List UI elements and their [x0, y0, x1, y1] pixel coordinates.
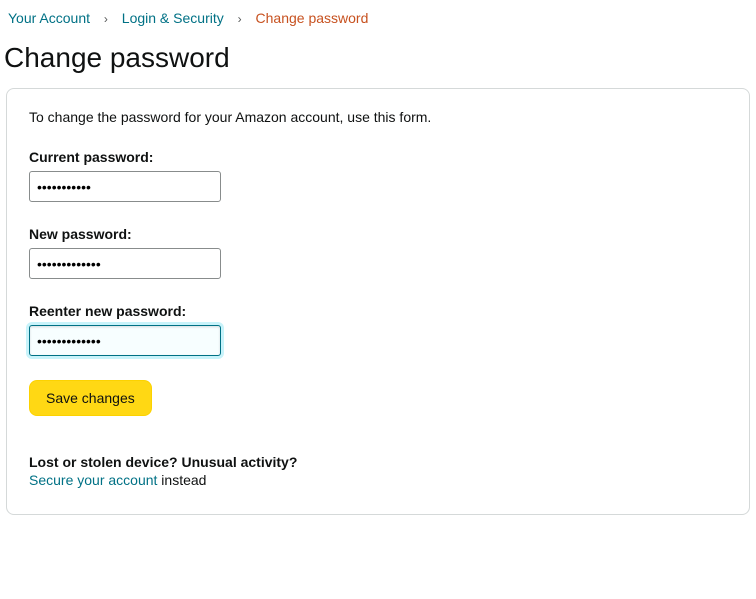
breadcrumb-separator: › [238, 12, 242, 26]
current-password-label: Current password: [29, 149, 727, 165]
new-password-input[interactable] [29, 248, 221, 279]
page-title: Change password [0, 34, 756, 82]
current-password-input[interactable] [29, 171, 221, 202]
breadcrumb: Your Account › Login & Security › Change… [0, 0, 756, 34]
new-password-label: New password: [29, 226, 727, 242]
security-note: Lost or stolen device? Unusual activity?… [29, 454, 727, 488]
breadcrumb-your-account[interactable]: Your Account [8, 10, 90, 26]
new-password-group: New password: [29, 226, 727, 279]
breadcrumb-login-security[interactable]: Login & Security [122, 10, 224, 26]
security-suffix: instead [157, 472, 206, 488]
security-text: Secure your account instead [29, 472, 727, 488]
security-heading: Lost or stolen device? Unusual activity? [29, 454, 727, 470]
breadcrumb-current: Change password [256, 10, 369, 26]
breadcrumb-separator: › [104, 12, 108, 26]
instruction-text: To change the password for your Amazon a… [29, 109, 727, 125]
save-changes-button[interactable]: Save changes [29, 380, 152, 416]
change-password-card: To change the password for your Amazon a… [6, 88, 750, 515]
current-password-group: Current password: [29, 149, 727, 202]
reenter-password-input[interactable] [29, 325, 221, 356]
reenter-password-label: Reenter new password: [29, 303, 727, 319]
secure-account-link[interactable]: Secure your account [29, 472, 157, 488]
reenter-password-group: Reenter new password: [29, 303, 727, 356]
